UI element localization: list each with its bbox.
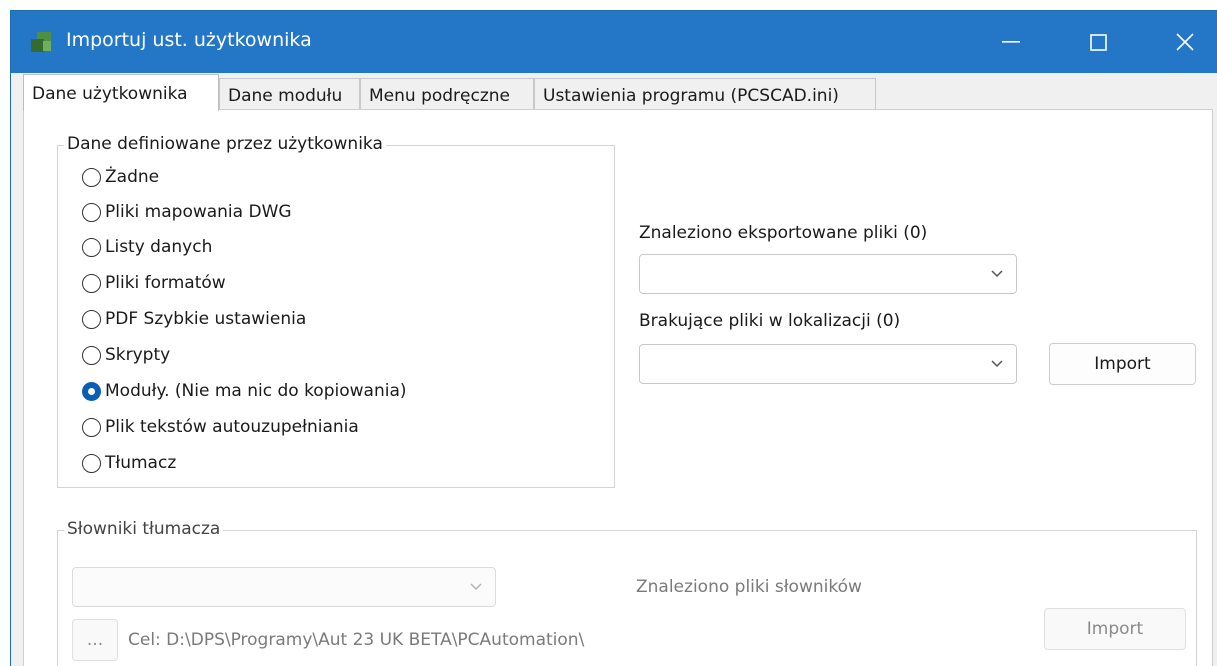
close-icon — [1176, 33, 1194, 51]
maximize-icon — [1089, 33, 1107, 51]
radio-dwg-mapping[interactable]: Pliki mapowania DWG — [82, 199, 292, 225]
app-icon — [31, 32, 51, 52]
missing-files-label: Brakujące pliki w lokalizacji (0) — [639, 311, 901, 331]
tab-label: Menu podręczne — [369, 86, 511, 106]
found-exported-files-dropdown[interactable] — [639, 254, 1017, 294]
tab-label: Dane użytkownika — [32, 84, 188, 104]
radio-circle-icon — [82, 309, 101, 329]
radio-label: Żadne — [105, 167, 160, 187]
button-label: Import — [1086, 619, 1144, 639]
target-path-label: Cel: D:\DPS\Programy\Aut 23 UK BETA\PCAu… — [128, 630, 585, 650]
title-bar[interactable]: Importuj ust. użytkownika — [11, 11, 1217, 73]
radio-data-lists[interactable]: Listy danych — [82, 234, 212, 260]
tab-strip: Dane użytkownika Dane modułu Menu podręc… — [23, 74, 1213, 111]
tab-panel-user-data: Dane definiowane przez użytkownika Żadne… — [23, 109, 1213, 666]
radio-circle-icon — [82, 417, 101, 437]
chevron-down-icon — [470, 583, 482, 591]
close-button[interactable] — [1148, 11, 1217, 73]
radio-circle-icon — [82, 453, 101, 473]
radio-label: PDF Szybkie ustawienia — [105, 309, 307, 329]
found-exported-files-label: Znaleziono eksportowane pliki (0) — [639, 223, 928, 243]
group-label: Dane definiowane przez użytkownika — [64, 134, 386, 154]
import-user-settings-window: Importuj ust. użytkownika Dane użytkowni… — [10, 10, 1217, 666]
tab-label: Ustawienia programu (PCSCAD.ini) — [543, 86, 839, 106]
radio-selected-icon — [82, 381, 101, 401]
radio-circle-icon — [82, 202, 101, 222]
tab-user-data[interactable]: Dane użytkownika — [23, 74, 219, 111]
radio-label: Tłumacz — [105, 453, 177, 473]
chevron-down-icon — [991, 360, 1003, 368]
radio-none[interactable]: Żadne — [82, 164, 159, 190]
tab-module-data[interactable]: Dane modułu — [219, 78, 360, 110]
tab-label: Dane modułu — [228, 86, 343, 106]
minimize-button[interactable] — [974, 11, 1048, 73]
radio-label: Pliki formatów — [105, 273, 226, 293]
import-button[interactable]: Import — [1049, 343, 1196, 385]
radio-label: Pliki mapowania DWG — [105, 202, 292, 222]
radio-pdf-quick-settings[interactable]: PDF Szybkie ustawienia — [82, 306, 306, 332]
radio-format-files[interactable]: Pliki formatów — [82, 270, 226, 296]
maximize-button[interactable] — [1061, 11, 1135, 73]
tab-program-settings[interactable]: Ustawienia programu (PCSCAD.ini) — [534, 78, 876, 110]
radio-label: Skrypty — [105, 345, 171, 365]
radio-circle-icon — [82, 273, 101, 293]
button-label: Import — [1094, 354, 1151, 374]
radio-label: Plik tekstów autouzupełniania — [105, 417, 359, 437]
dictionary-import-button[interactable]: Import — [1044, 608, 1186, 650]
radio-circle-icon — [82, 345, 101, 365]
minimize-icon — [1002, 41, 1020, 43]
radio-scripts[interactable]: Skrypty — [82, 342, 170, 368]
browse-button[interactable]: ... — [72, 619, 118, 661]
radio-label: Moduły. (Nie ma nic do kopiowania) — [105, 381, 407, 401]
radio-autocomplete-texts[interactable]: Plik tekstów autouzupełniania — [82, 414, 359, 440]
missing-files-dropdown[interactable] — [639, 344, 1017, 384]
found-dictionaries-label: Znaleziono pliki słowników — [636, 577, 862, 597]
radio-modules[interactable]: Moduły. (Nie ma nic do kopiowania) — [82, 378, 407, 404]
radio-label: Listy danych — [105, 237, 213, 257]
window-title: Importuj ust. użytkownika — [66, 29, 312, 51]
chevron-down-icon — [991, 270, 1003, 278]
tab-context-menu[interactable]: Menu podręczne — [360, 78, 534, 110]
radio-translator[interactable]: Tłumacz — [82, 450, 176, 476]
button-label: ... — [86, 630, 104, 650]
dictionary-dropdown[interactable] — [72, 567, 496, 607]
group-label: Słowniki tłumacza — [64, 519, 224, 539]
radio-circle-icon — [82, 167, 101, 187]
radio-circle-icon — [82, 237, 101, 257]
